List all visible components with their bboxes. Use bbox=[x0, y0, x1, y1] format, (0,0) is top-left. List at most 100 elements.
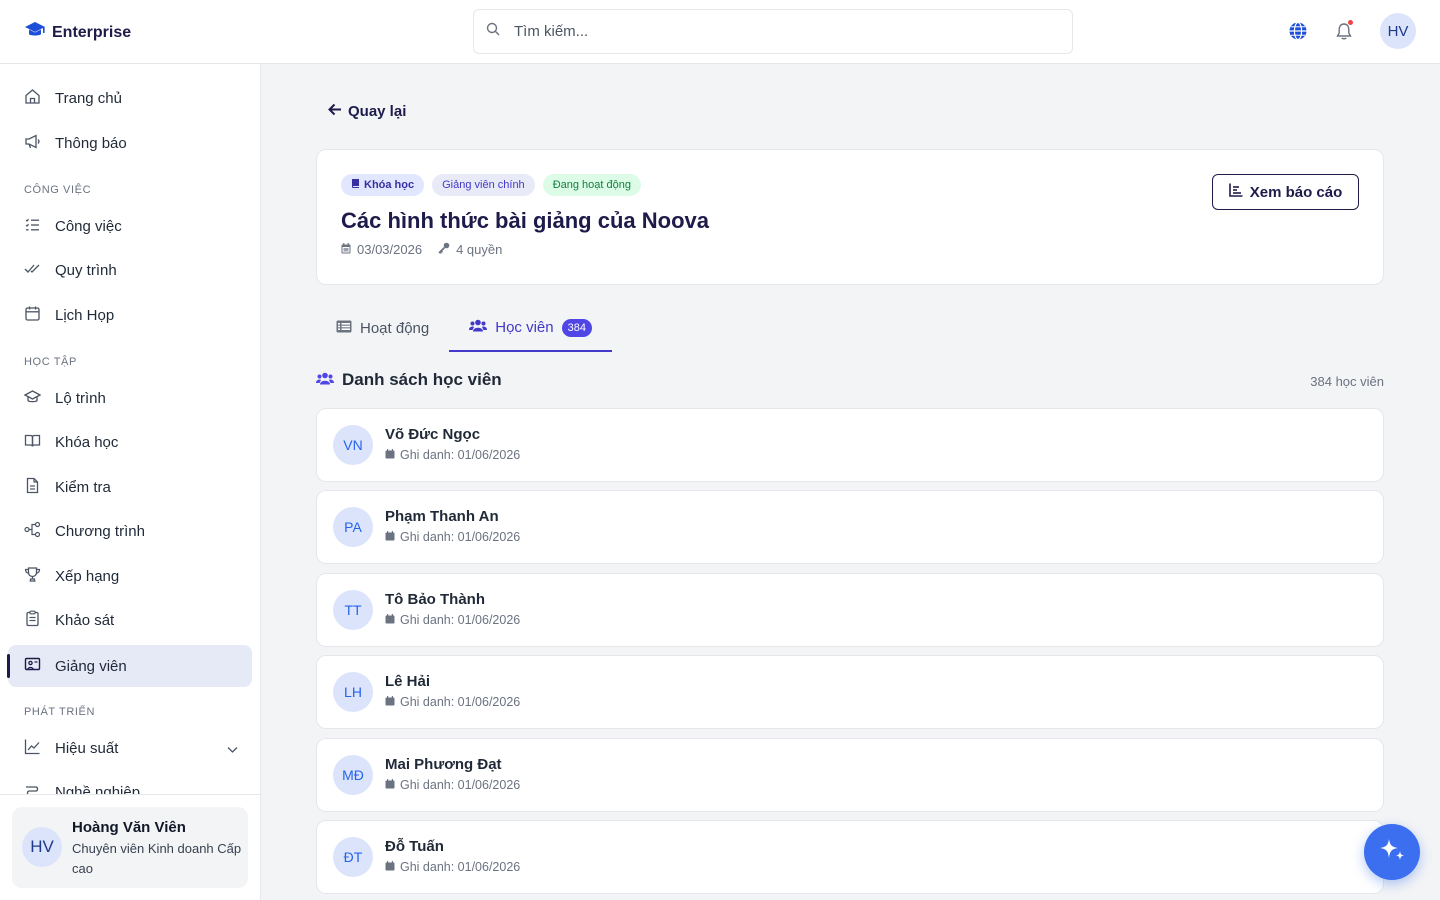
sidebar-item-meetings[interactable]: Lịch Họp bbox=[8, 294, 252, 336]
section-label-work: CÔNG VIỆC bbox=[24, 184, 92, 196]
section-title: Danh sách học viên bbox=[342, 370, 502, 389]
view-report-button[interactable]: Xem báo cáo bbox=[1212, 174, 1359, 210]
section-label-development: PHÁT TRIỂN bbox=[24, 706, 95, 718]
tab-students[interactable]: Học viên 384 bbox=[449, 305, 612, 352]
course-permissions: 4 quyền bbox=[456, 242, 503, 257]
sidebar-item-instructors[interactable]: Giảng viên bbox=[7, 645, 252, 687]
list-item[interactable]: ĐT Đỗ Tuấn Ghi danh: 01/06/2026 bbox=[316, 820, 1384, 894]
sidebar-item-label: Nghề nghiệp bbox=[55, 783, 141, 795]
course-date: 03/03/2026 bbox=[357, 242, 423, 257]
list-item[interactable]: LH Lê Hải Ghi danh: 01/06/2026 bbox=[316, 655, 1384, 729]
chevron-down-icon[interactable] bbox=[227, 741, 238, 758]
trophy-icon bbox=[24, 566, 41, 587]
sidebar: Trang chủ Thông báo CÔNG VIỆC Công việc … bbox=[0, 64, 261, 900]
sidebar-item-tasks[interactable]: Công việc bbox=[8, 205, 252, 247]
career-icon bbox=[24, 782, 41, 794]
graduation-cap-icon bbox=[24, 20, 46, 45]
list-item[interactable]: MĐ Mai Phương Đạt Ghi danh: 01/06/2026 bbox=[316, 738, 1384, 812]
sidebar-item-programs[interactable]: Chương trình bbox=[8, 510, 252, 552]
brand-name: Enterprise bbox=[52, 23, 132, 41]
sidebar-user-card[interactable]: HV Hoàng Văn Viên Chuyên viên Kinh doanh… bbox=[12, 807, 248, 888]
tag-status: Đang hoạt động bbox=[542, 174, 641, 196]
user-avatar[interactable]: HV bbox=[1380, 13, 1416, 49]
list-item[interactable]: PA Phạm Thanh An Ghi danh: 01/06/2026 bbox=[316, 490, 1384, 564]
tab-bar: Hoạt động Học viên 384 bbox=[316, 305, 612, 353]
student-list-header: Danh sách học viên 384 học viên bbox=[316, 370, 1384, 394]
tag-label: Khóa học bbox=[364, 179, 415, 191]
sidebar-item-performance[interactable]: Hiệu suất bbox=[8, 727, 252, 769]
back-button[interactable]: Quay lại bbox=[328, 103, 406, 120]
bar-chart-icon bbox=[1228, 183, 1243, 201]
student-name: Đỗ Tuấn bbox=[385, 838, 444, 855]
enroll-date: Ghi danh: 01/06/2026 bbox=[385, 860, 520, 874]
sidebar-item-label: Giảng viên bbox=[55, 657, 127, 675]
enroll-date: Ghi danh: 01/06/2026 bbox=[385, 778, 520, 792]
enroll-date: Ghi danh: 01/06/2026 bbox=[385, 613, 520, 627]
user-role: Chuyên viên Kinh doanh Cấp cao bbox=[72, 841, 242, 876]
student-name: Mai Phương Đạt bbox=[385, 756, 502, 773]
avatar: LH bbox=[333, 672, 373, 712]
sidebar-item-label: Thông báo bbox=[55, 134, 127, 152]
sidebar-item-notifications[interactable]: Thông báo bbox=[8, 122, 252, 164]
task-list-icon bbox=[24, 216, 41, 237]
avatar: HV bbox=[22, 827, 62, 867]
globe-icon[interactable] bbox=[1288, 21, 1308, 41]
sidebar-nav[interactable]: Trang chủ Thông báo CÔNG VIỆC Công việc … bbox=[0, 64, 260, 794]
sidebar-item-home[interactable]: Trang chủ bbox=[8, 77, 252, 119]
enroll-date: Ghi danh: 01/06/2026 bbox=[385, 448, 520, 462]
tab-activity[interactable]: Hoạt động bbox=[316, 305, 449, 352]
calendar-icon bbox=[385, 448, 395, 462]
search-box[interactable] bbox=[473, 9, 1073, 54]
student-total: 384 học viên bbox=[1310, 374, 1384, 389]
sidebar-item-workflow[interactable]: Quy trình bbox=[8, 249, 252, 291]
sidebar-item-label: Lộ trình bbox=[55, 389, 106, 407]
avatar: ĐT bbox=[333, 837, 373, 877]
book-icon bbox=[351, 178, 360, 192]
sidebar-item-label: Kiểm tra bbox=[55, 478, 111, 496]
sidebar-item-tests[interactable]: Kiểm tra bbox=[8, 466, 252, 508]
presentation-icon bbox=[24, 656, 41, 677]
enroll-date-text: Ghi danh: 01/06/2026 bbox=[400, 613, 521, 627]
book-open-icon bbox=[24, 432, 41, 453]
tab-label: Hoạt động bbox=[360, 320, 430, 337]
double-check-icon bbox=[24, 260, 41, 281]
enroll-date: Ghi danh: 01/06/2026 bbox=[385, 695, 520, 709]
sidebar-item-surveys[interactable]: Khảo sát bbox=[8, 599, 252, 641]
bell-icon[interactable] bbox=[1334, 20, 1354, 41]
enroll-date-text: Ghi danh: 01/06/2026 bbox=[400, 860, 521, 874]
list-item[interactable]: TT Tô Bảo Thành Ghi danh: 01/06/2026 bbox=[316, 573, 1384, 647]
calendar-icon bbox=[385, 530, 395, 544]
student-name: Lê Hải bbox=[385, 673, 431, 690]
sidebar-item-label: Quy trình bbox=[55, 261, 117, 279]
sidebar-item-label: Xếp hạng bbox=[55, 567, 120, 585]
document-icon bbox=[24, 477, 41, 498]
page-title: Các hình thức bài giảng của Noova bbox=[341, 208, 709, 233]
student-count-badge: 384 bbox=[561, 318, 592, 337]
sidebar-item-label: Hiệu suất bbox=[55, 739, 119, 757]
back-label: Quay lại bbox=[348, 103, 407, 120]
calendar-icon bbox=[385, 860, 395, 874]
search-icon bbox=[486, 22, 500, 41]
sidebar-item-career[interactable]: Nghề nghiệp bbox=[8, 771, 252, 794]
graduation-cap-icon bbox=[23, 388, 42, 409]
avatar: MĐ bbox=[333, 755, 373, 795]
tag-lead-instructor: Giảng viên chính bbox=[432, 174, 535, 196]
calendar-icon bbox=[341, 242, 351, 257]
clipboard-icon bbox=[24, 610, 41, 631]
brand-logo[interactable]: Enterprise bbox=[24, 20, 131, 45]
search-input[interactable] bbox=[514, 23, 1034, 40]
list-icon bbox=[336, 320, 352, 337]
home-icon bbox=[24, 88, 41, 109]
ai-assistant-button[interactable] bbox=[1364, 824, 1420, 880]
report-label: Xem báo cáo bbox=[1249, 183, 1343, 201]
avatar: TT bbox=[333, 590, 373, 630]
sidebar-item-ranking[interactable]: Xếp hạng bbox=[8, 555, 252, 597]
enroll-date: Ghi danh: 01/06/2026 bbox=[385, 530, 520, 544]
student-name: Phạm Thanh An bbox=[385, 508, 499, 525]
list-item[interactable]: VN Võ Đức Ngọc Ghi danh: 01/06/2026 bbox=[316, 408, 1384, 482]
sidebar-item-courses[interactable]: Khóa học bbox=[8, 421, 252, 463]
key-icon bbox=[438, 242, 450, 257]
user-name: Hoàng Văn Viên bbox=[72, 819, 186, 836]
sidebar-item-roadmap[interactable]: Lộ trình bbox=[8, 377, 252, 419]
avatar: VN bbox=[333, 425, 373, 465]
